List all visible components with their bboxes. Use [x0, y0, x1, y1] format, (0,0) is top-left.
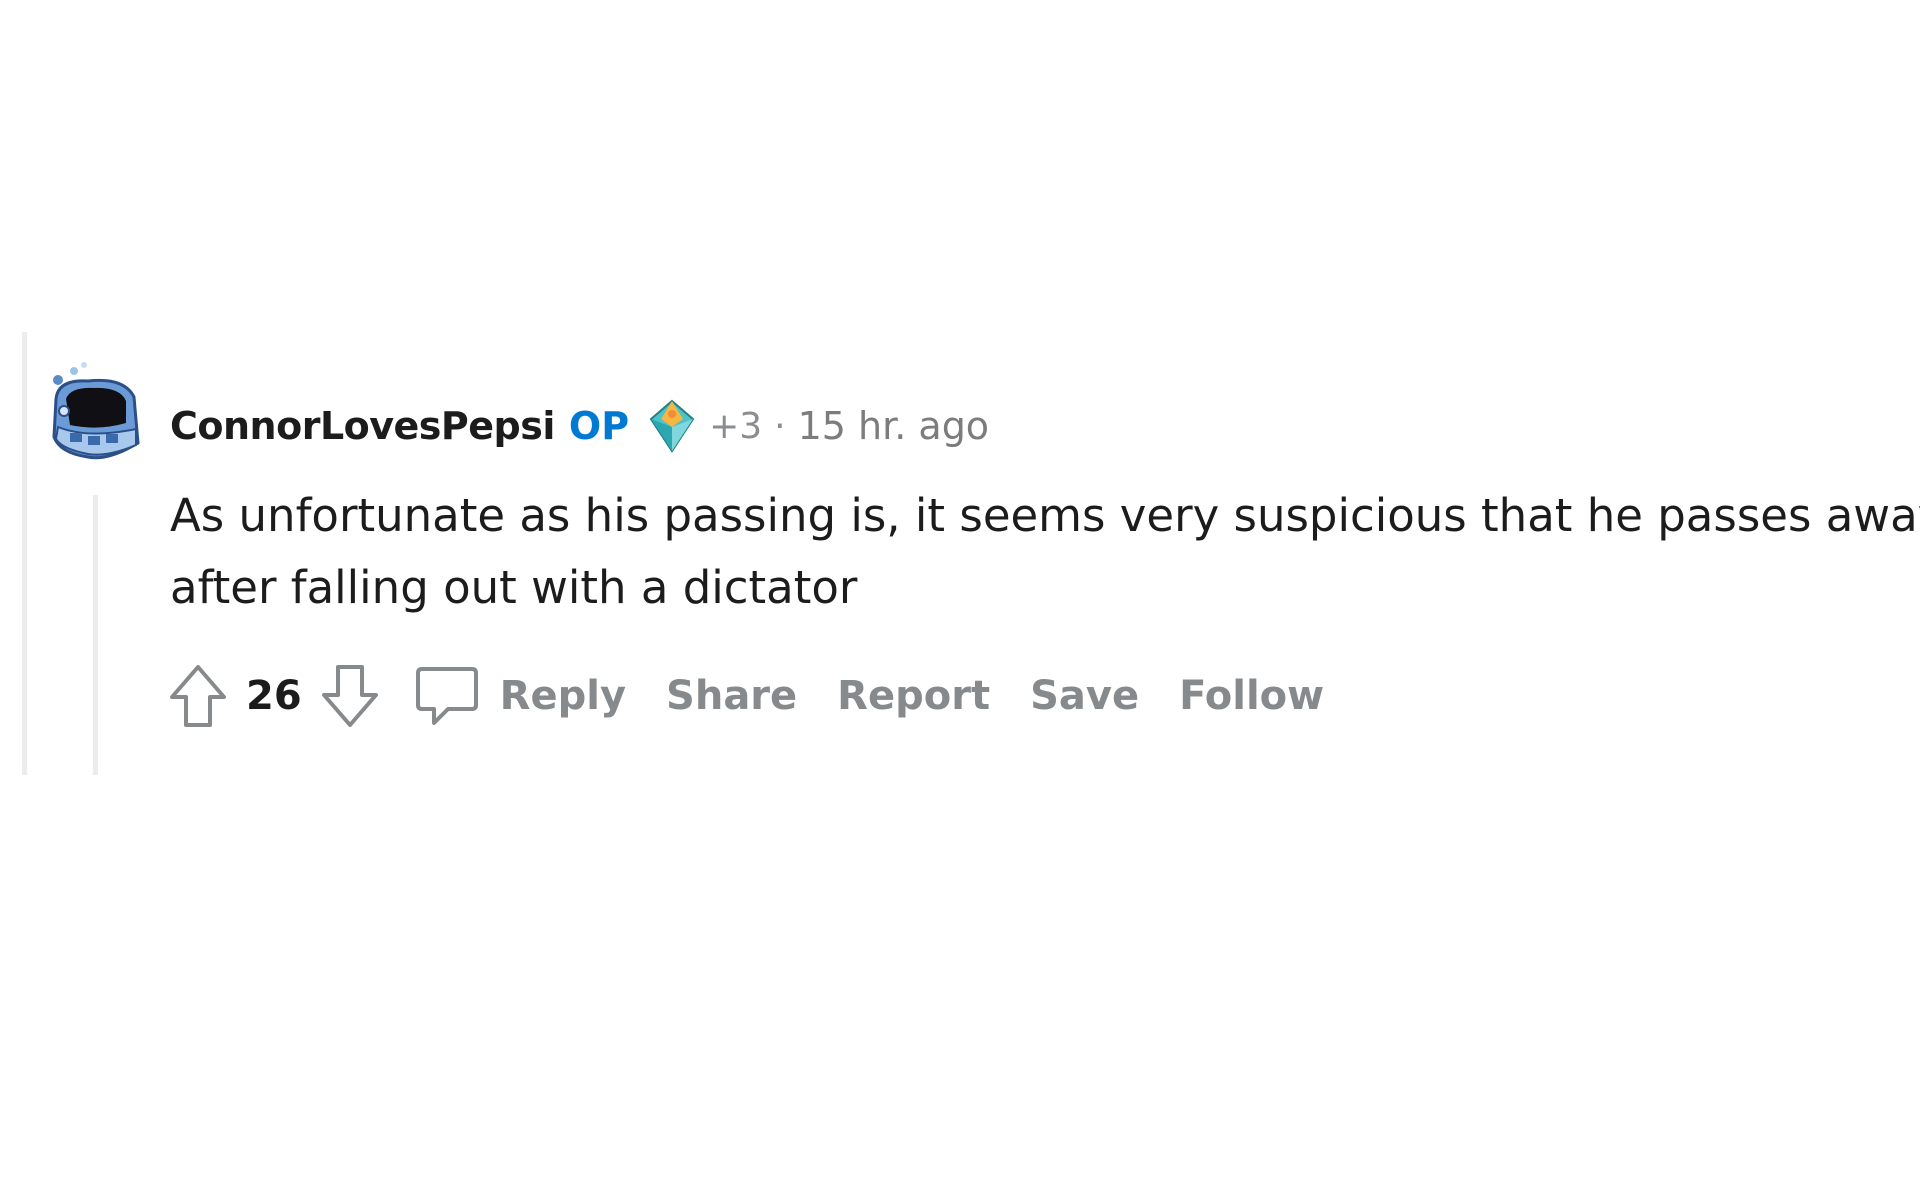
comment-body: As unfortunate as his passing is, it see… — [170, 489, 1920, 614]
thread-line[interactable] — [22, 332, 27, 775]
upvote-arrow-icon[interactable] — [166, 661, 230, 731]
award-icon[interactable] — [643, 397, 701, 455]
vote-score: 26 — [246, 673, 302, 719]
comment-actions: 26 Reply Share Report Save Follow — [166, 661, 1324, 731]
more-awards-count[interactable]: +3 — [709, 406, 762, 447]
meta-separator: · — [774, 405, 786, 447]
downvote-arrow-icon[interactable] — [318, 661, 382, 731]
reply-label: Reply — [499, 673, 627, 719]
save-button[interactable]: Save — [1030, 673, 1139, 719]
speech-bubble-icon — [412, 661, 482, 731]
reply-button[interactable]: Reply — [412, 661, 626, 731]
avatar[interactable] — [48, 357, 144, 467]
comment-header: ConnorLovesPepsi OP +3 · 15 hr. ago — [170, 399, 989, 453]
nested-thread-line[interactable] — [93, 495, 98, 775]
timestamp[interactable]: 15 hr. ago — [798, 404, 989, 448]
share-button[interactable]: Share — [666, 673, 797, 719]
avatar-icon — [52, 362, 140, 460]
report-button[interactable]: Report — [837, 673, 990, 719]
op-badge: OP — [568, 404, 630, 448]
page: ConnorLovesPepsi OP +3 · 15 hr. ago As u… — [0, 0, 1920, 1200]
username[interactable]: ConnorLovesPepsi — [170, 404, 555, 448]
follow-button[interactable]: Follow — [1179, 673, 1324, 719]
